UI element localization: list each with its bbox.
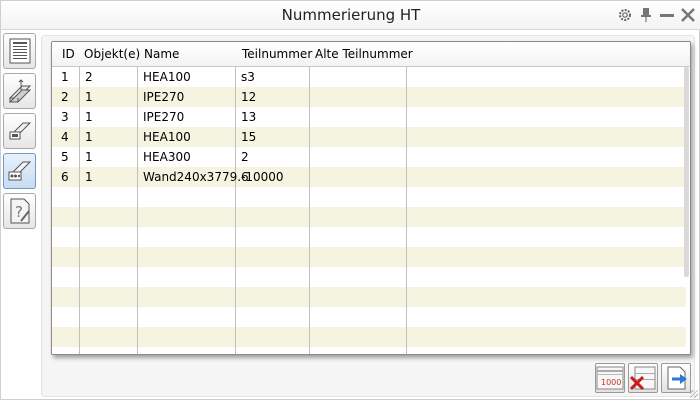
left-toolbar: ? (3, 33, 37, 233)
clear-numbers-button[interactable] (628, 363, 658, 393)
list-view-icon (9, 38, 30, 64)
table-row[interactable]: 2 1 IPE270 12 (52, 87, 686, 107)
cell-old-part-number (311, 107, 314, 127)
export-arrow-icon (667, 366, 687, 390)
help-document-button[interactable]: ? (3, 193, 36, 229)
cell-id: 4 (61, 130, 69, 144)
minimize-icon[interactable] (658, 6, 676, 24)
window-title: Nummerierung HT (281, 6, 421, 24)
cell-old-part-number (311, 87, 314, 107)
table-row[interactable]: 3 1 IPE270 13 (52, 107, 686, 127)
header-old-part-number[interactable]: Alte Teilnummer (311, 42, 413, 67)
bottom-toolbar: 1000 (595, 363, 691, 393)
cell-part-number[interactable]: 2 (238, 147, 249, 167)
profile-detail-icon (8, 122, 31, 140)
cell-id: 6 (61, 170, 69, 184)
header-part-number[interactable]: Teilnummer (238, 42, 312, 67)
delete-numbers-icon (629, 366, 656, 391)
cell-objects: 1 (85, 170, 93, 184)
svg-text:?: ? (15, 203, 23, 221)
cell-objects: 1 (85, 90, 93, 104)
profile-detail-button[interactable] (3, 113, 36, 149)
pin-icon[interactable] (637, 6, 655, 24)
title-bar[interactable]: Nummerierung HT (1, 1, 700, 30)
cell-name: HEA100 (143, 130, 191, 144)
beam-profile-icon (8, 79, 31, 103)
cell-objects: 2 (85, 70, 93, 84)
cell-part-number[interactable]: s3 (238, 67, 255, 87)
table-row[interactable]: 5 1 HEA300 2 (52, 147, 686, 167)
table-row[interactable]: 4 1 HEA100 15 (52, 127, 686, 147)
cell-name: Wand240x3779.6 (143, 170, 249, 184)
cell-part-number[interactable]: -10000 (238, 167, 284, 187)
cell-objects: 1 (85, 130, 93, 144)
cell-objects: 1 (85, 110, 93, 124)
numbering-button[interactable] (3, 153, 36, 189)
resize-grip[interactable] (690, 390, 698, 398)
cell-old-part-number (311, 127, 314, 147)
cell-part-number[interactable]: 15 (238, 127, 256, 147)
numbering-table[interactable]: ID Objekt(e) Name Teilnummer Alte Teilnu… (51, 41, 691, 355)
beam-profile-button[interactable] (3, 73, 36, 109)
start-number-label: 1000 (601, 378, 621, 387)
table-row[interactable]: 6 1 Wand240x3779.6 -10000 (52, 167, 686, 187)
cell-old-part-number (311, 147, 314, 167)
cell-part-number[interactable]: 13 (238, 107, 256, 127)
cell-objects: 1 (85, 150, 93, 164)
header-name[interactable]: Name (140, 42, 179, 67)
table-row[interactable]: 1 2 HEA100 s3 (52, 67, 686, 87)
cell-old-part-number (311, 167, 314, 187)
start-number-icon: 1000 (596, 366, 624, 390)
numbering-window: Nummerierung HT ? ID Objekt(e) Name Teil… (0, 0, 700, 400)
cell-name: IPE270 (143, 110, 185, 124)
cell-name: HEA300 (143, 150, 191, 164)
numbering-icon (8, 161, 31, 181)
header-objects[interactable]: Objekt(e) (80, 42, 140, 67)
cell-id: 5 (61, 150, 69, 164)
list-view-button[interactable] (3, 33, 36, 69)
gear-icon[interactable] (616, 6, 634, 24)
cell-name: HEA100 (143, 70, 191, 84)
cell-old-part-number (311, 67, 314, 87)
help-document-icon: ? (10, 198, 30, 224)
header-id[interactable]: ID (58, 42, 75, 67)
start-number-button[interactable]: 1000 (595, 363, 625, 393)
cell-id: 2 (61, 90, 69, 104)
cell-id: 1 (61, 70, 69, 84)
table-header: ID Objekt(e) Name Teilnummer Alte Teilnu… (52, 42, 690, 67)
cell-id: 3 (61, 110, 69, 124)
cell-name: IPE270 (143, 90, 185, 104)
close-icon[interactable] (679, 6, 697, 24)
cell-part-number[interactable]: 12 (238, 87, 256, 107)
export-button[interactable] (661, 363, 691, 393)
